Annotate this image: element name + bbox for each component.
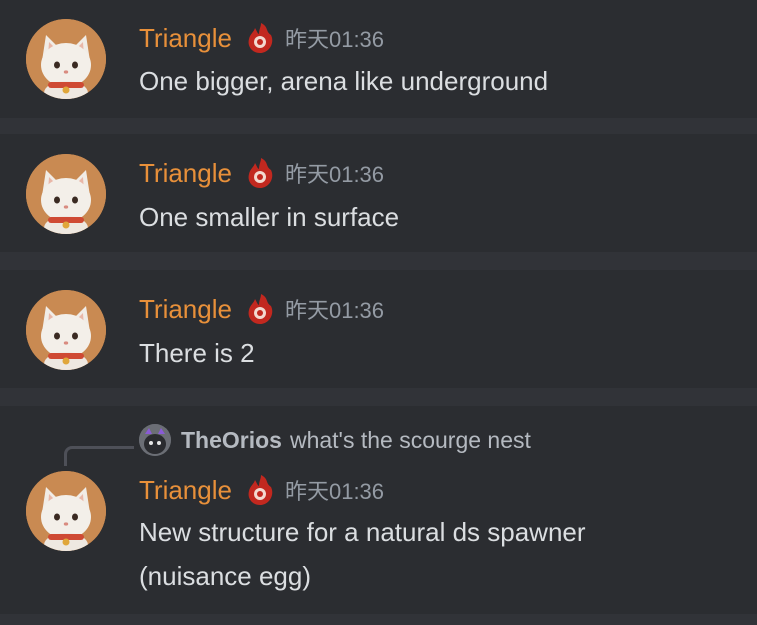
message-line: New structure for a natural ds spawner <box>139 517 586 547</box>
username[interactable]: Triangle <box>139 23 232 54</box>
message-line: There is 2 <box>139 338 255 368</box>
message-item[interactable]: Triangle 昨天01:36 One bigger, arena like … <box>0 0 757 118</box>
message-header: Triangle 昨天01:36 <box>139 289 384 329</box>
timestamp[interactable]: 昨天01:36 <box>285 293 384 325</box>
message-header: Triangle 昨天01:36 <box>139 470 384 510</box>
message-content: There is 2 <box>139 331 255 375</box>
timestamp[interactable]: 昨天01:36 <box>285 474 384 506</box>
flame-bomb-icon[interactable] <box>245 292 275 326</box>
reply-connector <box>64 446 134 466</box>
message-item[interactable]: TheOrios what's the scourge nest Triangl… <box>0 406 757 614</box>
username[interactable]: Triangle <box>139 294 232 325</box>
message-content: One bigger, arena like underground <box>139 59 548 103</box>
message-line: One bigger, arena like underground <box>139 66 549 96</box>
reply-avatar[interactable] <box>139 424 171 456</box>
chat-message-list: Triangle 昨天01:36 One bigger, arena like … <box>0 0 757 625</box>
flame-bomb-icon[interactable] <box>245 21 275 55</box>
avatar[interactable] <box>26 471 106 551</box>
message-item[interactable]: Triangle 昨天01:36 One smaller in surface <box>0 134 757 252</box>
reply-preview[interactable]: TheOrios what's the scourge nest <box>139 424 531 456</box>
reply-username[interactable]: TheOrios <box>181 427 282 454</box>
reply-text[interactable]: what's the scourge nest <box>290 427 531 454</box>
timestamp[interactable]: 昨天01:36 <box>285 22 384 54</box>
message-item[interactable]: Triangle 昨天01:36 There is 2 <box>0 270 757 388</box>
cat-avatar-icon <box>26 19 106 99</box>
message-line: One smaller in surface <box>139 202 400 232</box>
cat-avatar-icon <box>26 290 106 370</box>
username[interactable]: Triangle <box>139 158 232 189</box>
avatar[interactable] <box>26 290 106 370</box>
message-content: One smaller in surface <box>139 195 399 239</box>
username[interactable]: Triangle <box>139 475 232 506</box>
flame-bomb-icon[interactable] <box>245 156 275 190</box>
avatar[interactable] <box>26 154 106 234</box>
creature-avatar-icon <box>139 424 171 456</box>
flame-bomb-icon[interactable] <box>245 473 275 507</box>
cat-avatar-icon <box>26 471 106 551</box>
timestamp[interactable]: 昨天01:36 <box>285 157 384 189</box>
cat-avatar-icon <box>26 154 106 234</box>
message-content: New structure for a natural ds spawner (… <box>139 510 586 598</box>
avatar[interactable] <box>26 19 106 99</box>
message-header: Triangle 昨天01:36 <box>139 18 384 58</box>
message-line: (nuisance egg) <box>139 561 311 591</box>
message-header: Triangle 昨天01:36 <box>139 153 384 193</box>
